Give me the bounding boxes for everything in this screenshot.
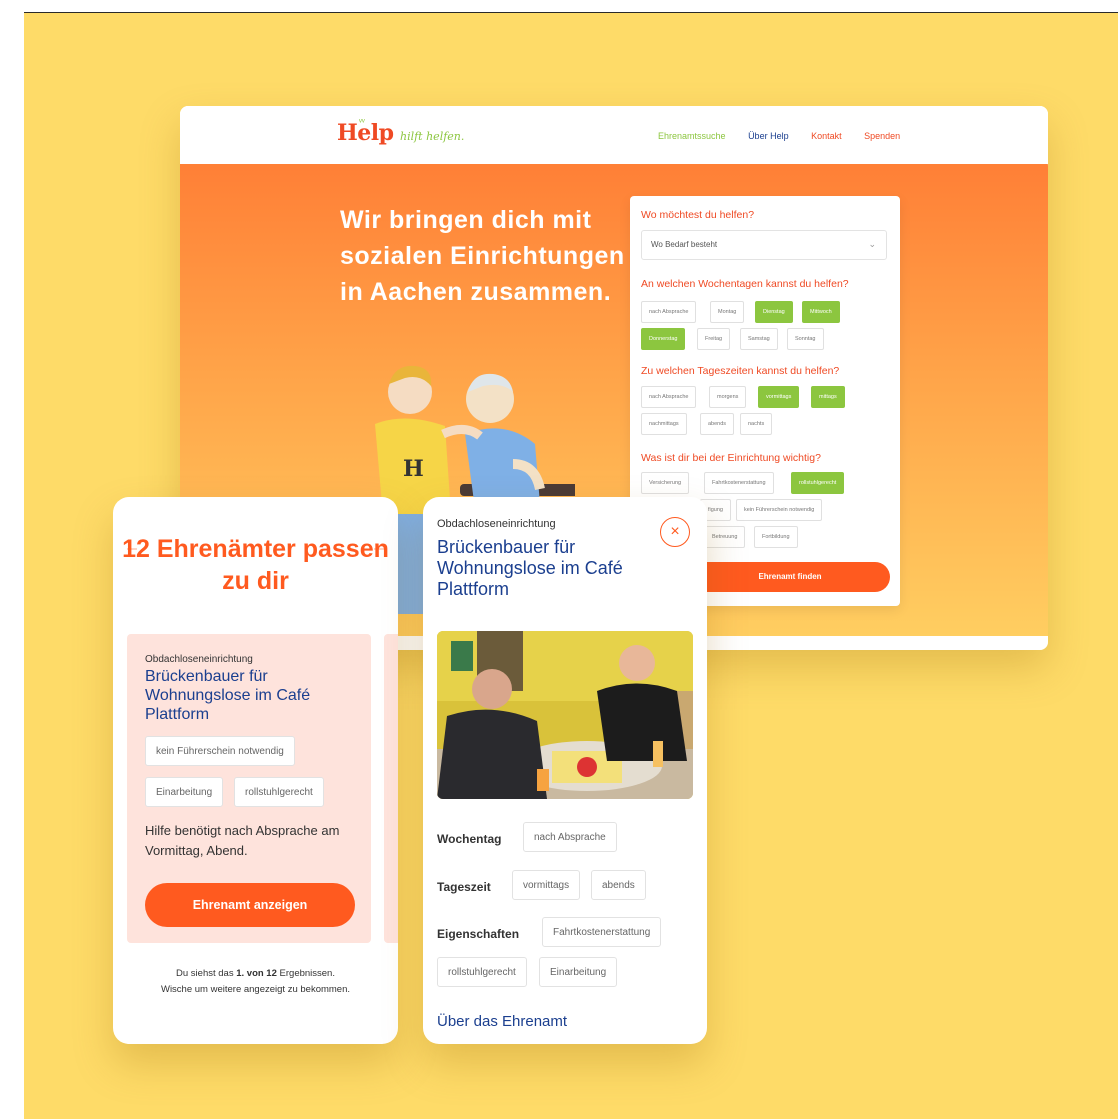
chip-time-abends[interactable]: abends: [700, 413, 735, 435]
show-volunteer-button[interactable]: Ehrenamt anzeigen: [145, 883, 355, 927]
results-footer: Du siehst das 1. von 12 Ergebnissen. Wis…: [113, 966, 398, 998]
tag-einarbeitung: Einarbeitung: [145, 777, 224, 807]
results-title: 12 Ehrenämter passen zu dir: [122, 535, 389, 595]
question-weekdays: An welchen Wochentagen kannst du helfen?: [641, 278, 849, 290]
properties-label: Eigenschaften: [437, 927, 520, 941]
detail-title: Brückenbauer für Wohnungslose im Café Pl…: [437, 537, 623, 599]
nav-links: Ehrenamtssuche Über Help Kontakt Spenden: [658, 131, 920, 141]
location-select[interactable]: Wo Bedarf besteht ⌄: [641, 230, 887, 260]
nav-ehrenamtssuche[interactable]: Ehrenamtssuche: [658, 131, 726, 141]
nav-kontakt[interactable]: Kontakt: [811, 131, 842, 141]
chip-day-montag[interactable]: Montag: [710, 301, 745, 323]
question-location: Wo möchtest du helfen?: [641, 209, 755, 221]
close-icon[interactable]: ×: [660, 517, 690, 547]
chip-day-samstag[interactable]: Samstag: [740, 328, 778, 350]
chip-prop-versicherung[interactable]: Versicherung: [641, 472, 690, 494]
top-navigation: ᵥᵥ Help hilft helfen. Ehrenamtssuche Übe…: [180, 106, 1048, 164]
chip-time-nachts[interactable]: nachts: [740, 413, 773, 435]
chip-prop-kein-fuehrerschein[interactable]: kein Führerschein notwendig: [736, 499, 823, 521]
question-properties: Was ist dir bei der Einrichtung wichtig?: [641, 452, 821, 464]
prop-einarbeitung: Einarbeitung: [539, 957, 618, 987]
sprout-icon: ᵥᵥ: [359, 114, 365, 124]
chip-time-nach-absprache[interactable]: nach Absprache: [641, 386, 697, 408]
footer-text-post: Ergebnissen.: [276, 968, 335, 979]
chip-day-sonntag[interactable]: Sonntag: [787, 328, 824, 350]
weekday-value: nach Absprache: [523, 822, 617, 852]
chip-prop-fortbildung[interactable]: Fortbildung: [754, 526, 798, 548]
weekday-label: Wochentag: [437, 832, 502, 846]
tag-rollstuhlgerecht: rollstuhlgerecht: [234, 777, 324, 807]
help-logo[interactable]: ᵥᵥ Help hilft helfen.: [337, 114, 465, 146]
chip-prop-betreuung[interactable]: Betreuung: [704, 526, 746, 548]
chip-day-nach-absprache[interactable]: nach Absprache: [641, 301, 697, 323]
next-result-card-peek[interactable]: [384, 634, 398, 943]
detail-phone: Obdachloseneinrichtung Brückenbauer für …: [423, 497, 707, 1044]
time-label: Tageszeit: [437, 880, 491, 894]
svg-text:H: H: [403, 456, 424, 482]
logo-tagline: hilft helfen.: [399, 130, 465, 143]
card-category: Obdachloseneinrichtung: [145, 654, 253, 665]
prop-rollstuhlgerecht: rollstuhlgerecht: [437, 957, 527, 987]
detail-category: Obdachloseneinrichtung: [437, 518, 556, 530]
chip-prop-fahrtkosten[interactable]: Fahrtkostenerstattung: [704, 472, 774, 494]
prop-fahrtkosten: Fahrtkostenerstattung: [542, 917, 662, 947]
chip-prop-rollstuhlgerecht[interactable]: rollstuhlgerecht: [791, 472, 845, 494]
logo-wordmark: Help: [337, 120, 394, 146]
chip-day-donnerstag[interactable]: Donnerstag: [641, 328, 686, 350]
nav-ueber-help[interactable]: Über Help: [748, 131, 789, 141]
hero-title: Wir bringen dich mit sozialen Einrichtun…: [340, 206, 625, 306]
chip-day-freitag[interactable]: Freitag: [697, 328, 731, 350]
card-need-text: Hilfe benötigt nach Absprache am Vormitt…: [145, 823, 340, 858]
chip-time-morgens[interactable]: morgens: [709, 386, 747, 408]
tag-kein-fuehrerschein: kein Führerschein notwendig: [145, 736, 295, 766]
card-title: Brückenbauer für Wohnungslose im Café Pl…: [145, 668, 311, 723]
question-times: Zu welchen Tageszeiten kannst du helfen?: [641, 365, 840, 377]
chip-time-vormittags[interactable]: vormittags: [758, 386, 800, 408]
chevron-down-icon: ⌄: [868, 239, 876, 249]
location-select-value: Wo Bedarf besteht: [651, 240, 718, 249]
nav-spenden[interactable]: Spenden: [864, 131, 900, 141]
chip-day-dienstag[interactable]: Dienstag: [755, 301, 793, 323]
chip-time-mittags[interactable]: mittags: [811, 386, 845, 408]
about-heading: Über das Ehrenamt: [437, 1013, 568, 1030]
footer-text-pre: Du siehst das: [176, 968, 237, 979]
volunteer-photo: [437, 631, 693, 799]
chip-day-mittwoch[interactable]: Mittwoch: [802, 301, 840, 323]
results-phone: 12 Ehrenämter passen zu dir Obdachlosene…: [113, 497, 398, 1044]
result-card[interactable]: Obdachloseneinrichtung Brückenbauer für …: [127, 634, 371, 943]
footer-current: 1. von 12: [236, 968, 277, 979]
time-abends: abends: [591, 870, 646, 900]
footer-swipe-hint: Wische um weitere angezeigt zu bekommen.: [160, 984, 351, 995]
time-vormittags: vormittags: [512, 870, 581, 900]
find-volunteer-button[interactable]: Ehrenamt finden: [690, 562, 890, 592]
chip-time-nachmittags[interactable]: nachmittags: [641, 413, 687, 435]
